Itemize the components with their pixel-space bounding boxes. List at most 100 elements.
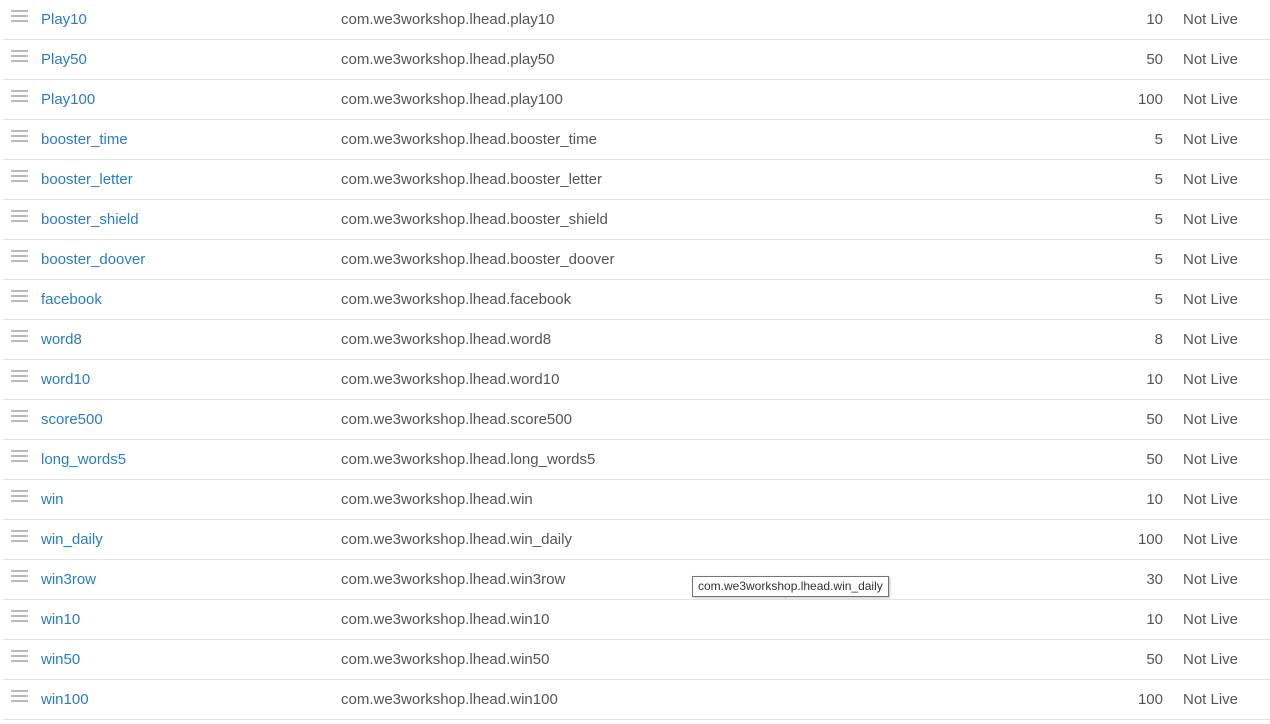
points-value: 10 xyxy=(1146,611,1163,628)
status-text: Not Live xyxy=(1183,211,1239,228)
table-row: win com.we3workshop.lhead.win 10 Not Liv… xyxy=(3,480,1270,520)
product-id: com.we3workshop.lhead.score500 xyxy=(341,411,572,428)
drag-handle-icon[interactable] xyxy=(11,90,28,102)
drag-handle-icon[interactable] xyxy=(11,50,28,62)
table-row: Play50 com.we3workshop.lhead.play50 50 N… xyxy=(3,40,1270,80)
product-id: com.we3workshop.lhead.win_daily xyxy=(341,531,572,548)
points-value: 50 xyxy=(1146,411,1163,428)
table-row: word8 com.we3workshop.lhead.word8 8 Not … xyxy=(3,320,1270,360)
points-value: 8 xyxy=(1154,331,1163,348)
drag-handle-icon[interactable] xyxy=(11,610,28,622)
product-id: com.we3workshop.lhead.booster_doover xyxy=(341,251,615,268)
table-row: win50 com.we3workshop.lhead.win50 50 Not… xyxy=(3,640,1270,680)
table-row: word10 com.we3workshop.lhead.word10 10 N… xyxy=(3,360,1270,400)
product-id: com.we3workshop.lhead.long_words5 xyxy=(341,451,596,468)
status-text: Not Live xyxy=(1183,691,1239,708)
points-value: 100 xyxy=(1137,691,1163,708)
product-id: com.we3workshop.lhead.booster_letter xyxy=(341,171,602,188)
points-value: 50 xyxy=(1146,51,1163,68)
points-value: 50 xyxy=(1146,651,1163,668)
drag-handle-icon[interactable] xyxy=(11,250,28,262)
achievement-name-link[interactable]: booster_letter xyxy=(41,160,133,199)
status-text: Not Live xyxy=(1183,91,1239,108)
table-row: Play10 com.we3workshop.lhead.play10 10 N… xyxy=(3,0,1270,40)
table-row: booster_letter com.we3workshop.lhead.boo… xyxy=(3,160,1270,200)
status-text: Not Live xyxy=(1183,131,1239,148)
points-value: 10 xyxy=(1146,371,1163,388)
status-text: Not Live xyxy=(1183,171,1239,188)
achievement-name-link[interactable]: win100 xyxy=(41,680,89,719)
product-id: com.we3workshop.lhead.booster_shield xyxy=(341,211,608,228)
status-text: Not Live xyxy=(1183,11,1239,28)
points-value: 5 xyxy=(1154,131,1163,148)
drag-handle-icon[interactable] xyxy=(11,690,28,702)
achievement-name-link[interactable]: booster_doover xyxy=(41,240,145,279)
achievement-name-link[interactable]: long_words5 xyxy=(41,440,126,479)
drag-handle-icon[interactable] xyxy=(11,570,28,582)
product-id: com.we3workshop.lhead.win50 xyxy=(341,651,550,668)
drag-handle-icon[interactable] xyxy=(11,530,28,542)
table-row: win100 com.we3workshop.lhead.win100 100 … xyxy=(3,680,1270,720)
status-text: Not Live xyxy=(1183,411,1239,428)
achievement-name-link[interactable]: win_daily xyxy=(41,520,103,559)
achievement-name-link[interactable]: win10 xyxy=(41,600,80,639)
achievement-name-link[interactable]: win xyxy=(41,480,64,519)
achievement-name-link[interactable]: win3row xyxy=(41,560,96,599)
drag-handle-icon[interactable] xyxy=(11,10,28,22)
status-text: Not Live xyxy=(1183,531,1239,548)
status-text: Not Live xyxy=(1183,651,1239,668)
points-value: 5 xyxy=(1154,171,1163,188)
drag-handle-icon[interactable] xyxy=(11,490,28,502)
status-text: Not Live xyxy=(1183,491,1239,508)
achievement-name-link[interactable]: win50 xyxy=(41,640,80,679)
drag-handle-icon[interactable] xyxy=(11,370,28,382)
table-row: booster_time com.we3workshop.lhead.boost… xyxy=(3,120,1270,160)
table-row: win_daily com.we3workshop.lhead.win_dail… xyxy=(3,520,1270,560)
drag-handle-icon[interactable] xyxy=(11,450,28,462)
achievement-name-link[interactable]: Play50 xyxy=(41,40,87,79)
points-value: 50 xyxy=(1146,451,1163,468)
status-text: Not Live xyxy=(1183,51,1239,68)
product-id: com.we3workshop.lhead.win3row xyxy=(341,571,566,588)
table-row: booster_doover com.we3workshop.lhead.boo… xyxy=(3,240,1270,280)
drag-handle-icon[interactable] xyxy=(11,290,28,302)
points-value: 100 xyxy=(1137,91,1163,108)
product-id: com.we3workshop.lhead.word8 xyxy=(341,331,552,348)
achievement-name-link[interactable]: Play100 xyxy=(41,80,95,119)
points-value: 5 xyxy=(1154,251,1163,268)
status-text: Not Live xyxy=(1183,251,1239,268)
points-value: 100 xyxy=(1137,531,1163,548)
points-value: 5 xyxy=(1154,291,1163,308)
achievement-name-link[interactable]: booster_shield xyxy=(41,200,139,239)
status-text: Not Live xyxy=(1183,371,1239,388)
achievements-table: Play10 com.we3workshop.lhead.play10 10 N… xyxy=(3,0,1270,720)
status-text: Not Live xyxy=(1183,331,1239,348)
table-row: Play100 com.we3workshop.lhead.play100 10… xyxy=(3,80,1270,120)
drag-handle-icon[interactable] xyxy=(11,170,28,182)
product-id: com.we3workshop.lhead.play10 xyxy=(341,11,555,28)
points-value: 10 xyxy=(1146,491,1163,508)
achievement-name-link[interactable]: booster_time xyxy=(41,120,128,159)
achievement-name-link[interactable]: word10 xyxy=(41,360,90,399)
drag-handle-icon[interactable] xyxy=(11,410,28,422)
tooltip: com.we3workshop.lhead.win_daily xyxy=(692,576,889,597)
product-id: com.we3workshop.lhead.facebook xyxy=(341,291,572,308)
table-row: facebook com.we3workshop.lhead.facebook … xyxy=(3,280,1270,320)
table-row: booster_shield com.we3workshop.lhead.boo… xyxy=(3,200,1270,240)
table-row: win3row com.we3workshop.lhead.win3row 30… xyxy=(3,560,1270,600)
status-text: Not Live xyxy=(1183,571,1239,588)
achievement-name-link[interactable]: facebook xyxy=(41,280,102,319)
drag-handle-icon[interactable] xyxy=(11,210,28,222)
drag-handle-icon[interactable] xyxy=(11,130,28,142)
achievement-name-link[interactable]: score500 xyxy=(41,400,103,439)
drag-handle-icon[interactable] xyxy=(11,330,28,342)
status-text: Not Live xyxy=(1183,611,1239,628)
achievement-name-link[interactable]: word8 xyxy=(41,320,82,359)
status-text: Not Live xyxy=(1183,451,1239,468)
product-id: com.we3workshop.lhead.win100 xyxy=(341,691,558,708)
points-value: 5 xyxy=(1154,211,1163,228)
product-id: com.we3workshop.lhead.win xyxy=(341,491,533,508)
achievement-name-link[interactable]: Play10 xyxy=(41,0,87,39)
drag-handle-icon[interactable] xyxy=(11,650,28,662)
points-value: 10 xyxy=(1146,11,1163,28)
